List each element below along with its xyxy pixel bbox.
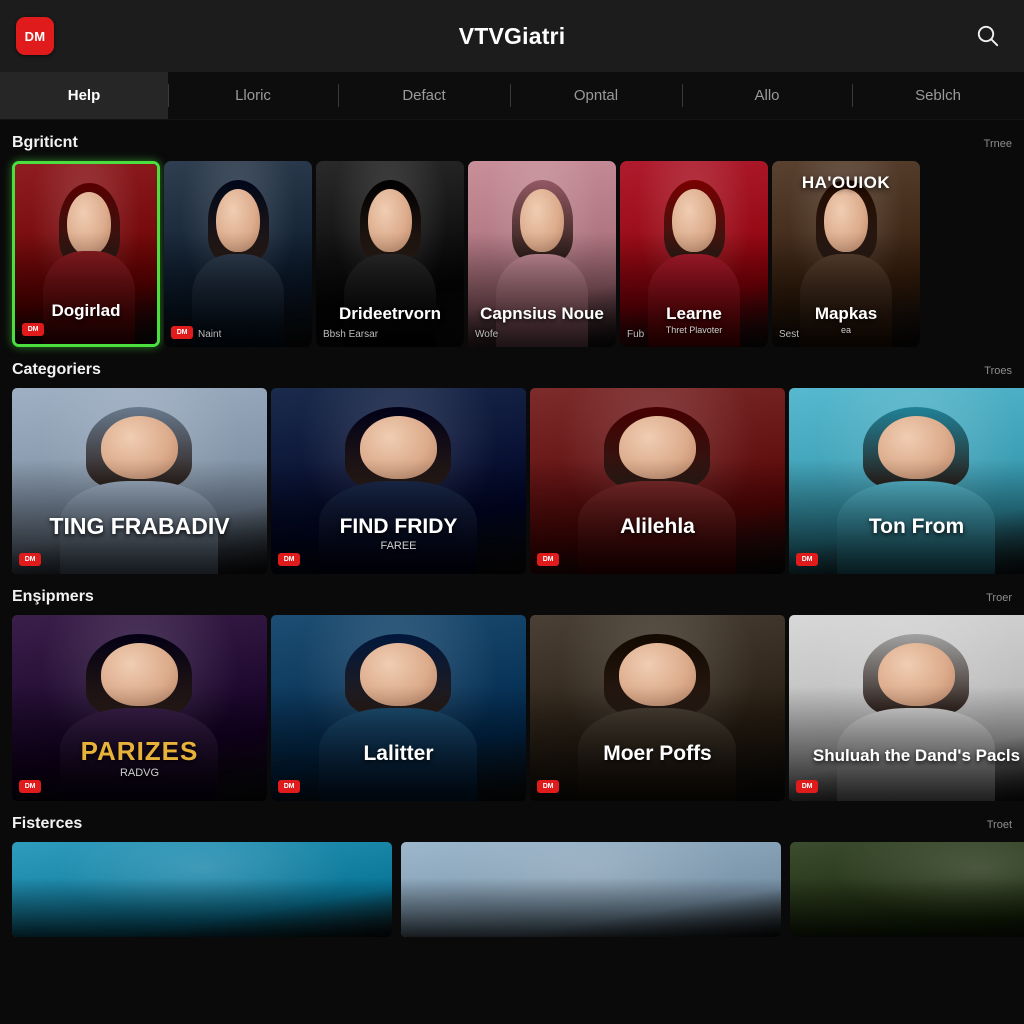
card-brand-badge: DM [22, 323, 44, 336]
card-brand-badge: DM [278, 553, 300, 566]
card-brand-badge: DM [796, 553, 818, 566]
tab-label: Opntal [573, 87, 619, 104]
media-card[interactable]: Drideetrvorn Bbsh Earsar [316, 161, 464, 347]
media-card[interactable]: Dogirlad DM [12, 161, 160, 347]
card-brand-badge: DM [19, 553, 41, 566]
carousel-row: Bgriticnt Trnee Dogirlad DM Naint DM Drideetrv… [0, 120, 1024, 347]
media-card[interactable]: Capnsius Noue Wofe [468, 161, 616, 347]
media-card[interactable] [790, 842, 1024, 937]
row-title: Fisterces [12, 815, 83, 832]
media-card[interactable]: FIND FRIDY FAREE DM [271, 388, 526, 574]
card-title: Capnsius Noue [480, 304, 604, 324]
media-card[interactable]: TING FRABADIV DM [12, 388, 267, 574]
app-header: DM VTVGiatri [0, 0, 1024, 72]
search-icon [975, 23, 1001, 49]
card-title: Shuluah the Dand's Pacls [812, 746, 1021, 766]
media-card[interactable]: Naint DM [164, 161, 312, 347]
row-title: Categoriers [12, 361, 101, 378]
card-topline: HA'OUIOK [801, 173, 891, 192]
card-side-label: Bbsh Earsar [323, 329, 379, 340]
page-title: VTVGiatri [458, 22, 566, 49]
card-side-label: Sest [779, 329, 800, 340]
row-more-link[interactable]: Troes [984, 365, 1012, 377]
card-strip[interactable]: TING FRABADIV DM FIND FRIDY FAREE DM Alilehla… [0, 388, 1024, 574]
card-title: Ton From [868, 514, 965, 538]
card-side-label: Wofe [475, 329, 499, 340]
tab-bar: Help Lloric Defact Opntal Allo Seblch [0, 72, 1024, 120]
media-card[interactable]: Alilehla DM [530, 388, 785, 574]
card-brand-badge: DM [19, 780, 41, 793]
card-title: TING FRABADIV [49, 512, 230, 539]
card-scrim [12, 878, 392, 937]
app-logo[interactable]: DM [16, 17, 54, 55]
card-title: Moer Poffs [603, 741, 712, 765]
card-title: FIND FRIDY [339, 514, 458, 538]
media-card[interactable]: Moer Poffs DM [530, 615, 785, 801]
tab-help[interactable]: Help [0, 72, 168, 119]
tab-label: Lloric [235, 87, 271, 104]
row-title: Bgriticnt [12, 134, 78, 151]
media-card[interactable] [12, 842, 392, 937]
tab-label: Seblch [915, 87, 961, 104]
tab-label: Help [67, 87, 101, 104]
card-title: Lalitter [363, 741, 434, 765]
carousel-row: Categoriers Troes TING FRABADIV DM FIND FRID… [0, 347, 1024, 574]
row-more-link[interactable]: Troer [986, 592, 1012, 604]
card-side-label: Fub [627, 329, 645, 340]
row-title: Enşipmers [12, 588, 94, 605]
tab-defact[interactable]: Defact [338, 72, 510, 119]
content-area: Bgriticnt Trnee Dogirlad DM Naint DM Drideetrv… [0, 120, 1024, 937]
row-header: Bgriticnt Trnee [0, 134, 1024, 161]
media-card[interactable]: Learne Thret Plavoter Fub [620, 161, 768, 347]
tab-lloric[interactable]: Lloric [168, 72, 338, 119]
row-header: Categoriers Troes [0, 361, 1024, 388]
carousel-row: Fisterces Troet [0, 801, 1024, 937]
media-card[interactable]: PARIZES RADVG DM [12, 615, 267, 801]
tab-opntal[interactable]: Opntal [510, 72, 682, 119]
card-title: Drideetrvorn [338, 304, 442, 324]
card-subtitle: ea [840, 325, 851, 335]
card-strip[interactable]: PARIZES RADVG DM Lalitter DM Moer Poffs DM Shul… [0, 615, 1024, 801]
card-brand-badge: DM [171, 326, 193, 339]
media-card[interactable]: Ton From DM [789, 388, 1024, 574]
card-strip[interactable] [0, 842, 1024, 937]
card-subtitle: FAREE [380, 540, 417, 552]
card-strip[interactable]: Dogirlad DM Naint DM Drideetrvorn Bbsh Earsar… [0, 161, 1024, 347]
card-title: Mapkas [814, 304, 878, 324]
row-more-link[interactable]: Troet [987, 819, 1012, 831]
card-subtitle: Thret Plavoter [665, 325, 723, 335]
search-button[interactable] [968, 16, 1008, 56]
tab-allo[interactable]: Allo [682, 72, 852, 119]
media-card[interactable]: Shuluah the Dand's Pacls DM [789, 615, 1024, 801]
card-scrim [401, 878, 781, 937]
card-subtitle: RADVG [119, 767, 160, 779]
carousel-row: Enşipmers Troer PARIZES RADVG DM Lalitter DM Mo… [0, 574, 1024, 801]
card-scrim [789, 685, 1024, 801]
tab-seblch[interactable]: Seblch [852, 72, 1024, 119]
card-title: PARIZES [80, 735, 199, 766]
card-brand-badge: DM [537, 780, 559, 793]
media-card[interactable]: Lalitter DM [271, 615, 526, 801]
media-card[interactable]: HA'OUIOK Mapkas ea Sest [772, 161, 920, 347]
row-more-link[interactable]: Trnee [984, 138, 1012, 150]
card-brand-badge: DM [537, 553, 559, 566]
row-header: Fisterces Troet [0, 815, 1024, 842]
media-card[interactable] [401, 842, 781, 937]
tab-label: Defact [402, 87, 446, 104]
card-title: Alilehla [620, 514, 695, 538]
card-title: Learne [666, 304, 722, 324]
card-side-label: Naint [198, 329, 222, 340]
card-title: Dogirlad [51, 301, 121, 321]
card-brand-badge: DM [796, 780, 818, 793]
row-header: Enşipmers Troer [0, 588, 1024, 615]
card-scrim [790, 878, 1024, 937]
tab-label: Allo [754, 87, 780, 104]
card-brand-badge: DM [278, 780, 300, 793]
